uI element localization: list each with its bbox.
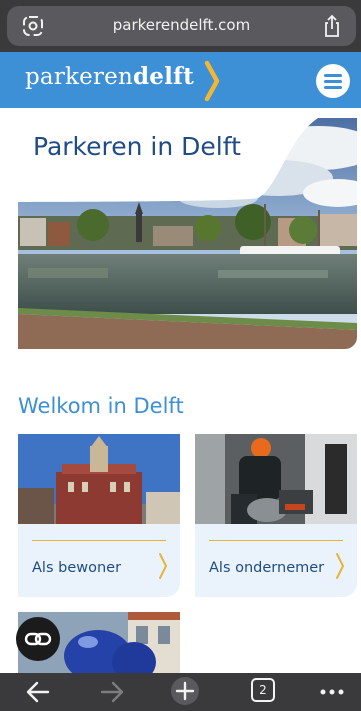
hamburger-icon	[324, 74, 342, 77]
site-header: parkerendelft	[0, 52, 361, 108]
browser-address-area: parkerendelft.com	[0, 0, 361, 52]
forward-arrow-icon[interactable]	[98, 679, 126, 705]
card-ondernemer[interactable]: Als ondernemer	[195, 434, 357, 597]
card-label: Als bewoner	[32, 560, 122, 576]
card-divider	[32, 540, 166, 541]
card-bewoner[interactable]: Als bewoner	[18, 434, 180, 597]
chevron-right-icon	[159, 553, 167, 579]
back-arrow-icon[interactable]	[24, 679, 52, 705]
more-icon[interactable]	[318, 679, 346, 705]
browser-toolbar: 2	[0, 673, 361, 711]
share-icon[interactable]	[322, 14, 342, 38]
plus-icon[interactable]	[168, 676, 202, 710]
hamburger-line	[324, 80, 342, 83]
hamburger-line	[324, 86, 342, 89]
tabs-icon[interactable]: 2	[251, 678, 275, 702]
card-label: Als ondernemer	[209, 560, 325, 576]
logo-text-bold: delft	[133, 63, 194, 90]
hero-title: Parkeren in Delft	[33, 132, 241, 161]
logo-chevron-icon	[204, 60, 220, 102]
card-bewoner-image	[18, 434, 180, 524]
menu-button[interactable]	[316, 64, 350, 98]
welcome-heading: Welkom in Delft	[18, 394, 184, 418]
logo-text-regular: parkeren	[25, 64, 133, 90]
card-divider	[209, 540, 343, 541]
address-bar[interactable]: parkerendelft.com	[7, 6, 356, 46]
link-icon	[24, 632, 52, 646]
chevron-right-icon	[336, 553, 344, 579]
site-logo[interactable]: parkerendelft	[25, 63, 194, 90]
card-ondernemer-image	[195, 434, 357, 524]
url-text[interactable]: parkerendelft.com	[7, 16, 356, 34]
link-fab-button[interactable]	[16, 617, 60, 661]
